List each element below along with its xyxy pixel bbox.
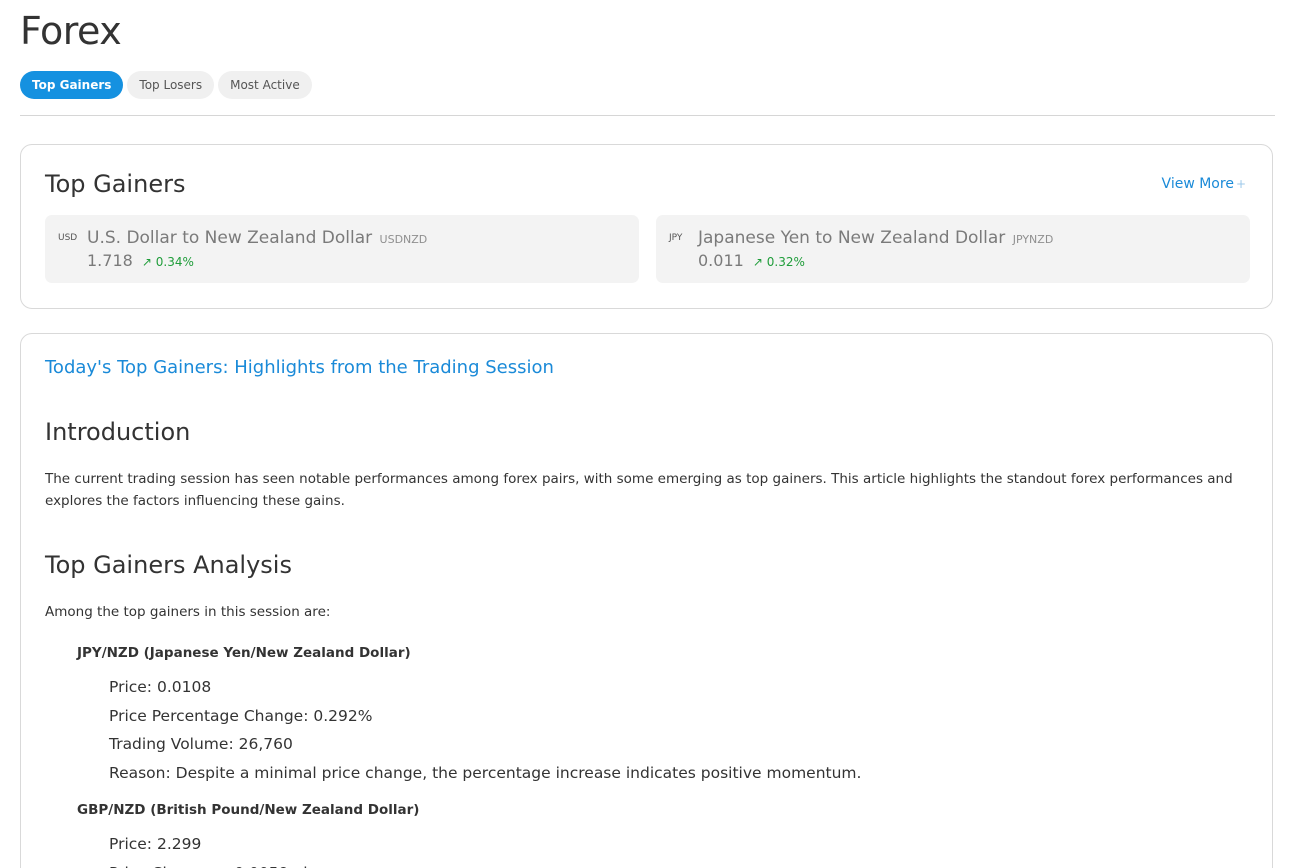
entry-details-jpynzd: Price: 0.0108 Price Percentage Change: 0… — [109, 673, 861, 787]
view-more-link[interactable]: View More + — [1162, 175, 1246, 193]
pair-price: 1.718 — [87, 251, 133, 270]
pair-name-text: U.S. Dollar to New Zealand Dollar — [87, 228, 373, 248]
view-more-label: View More — [1161, 176, 1234, 192]
entry-title-jpynzd: JPY/NZD (Japanese Yen/New Zealand Dollar… — [77, 645, 411, 661]
pair-price-row: 1.718 ↗ 0.34% — [87, 251, 194, 272]
list-item: Price Change: +0.0059 pips — [109, 859, 325, 868]
list-item: Price: 0.0108 — [109, 678, 212, 696]
list-item: Reason: Despite a minimal price change, … — [109, 763, 862, 782]
pair-symbol: JPYNZD — [1012, 233, 1054, 246]
page-title: Forex — [20, 9, 122, 53]
pair-symbol: USDNZD — [379, 233, 428, 246]
entry-details-gbpnzd: Price: 2.299 Price Change: +0.0059 pips — [109, 830, 325, 868]
card-title: Top Gainers — [45, 170, 186, 198]
pair-price-row: 0.011 ↗ 0.32% — [698, 251, 805, 272]
list-item: Trading Volume: 26,760 — [109, 735, 293, 753]
list-item: Price: 2.299 — [109, 835, 202, 853]
article-title-link[interactable]: Today's Top Gainers: Highlights from the… — [45, 356, 554, 380]
top-gainers-card: Top Gainers View More + USD U.S. Dollar t… — [20, 144, 1273, 309]
plus-icon: + — [1235, 177, 1246, 191]
header-divider — [20, 115, 1275, 116]
pair-change: ↗ 0.34% — [142, 255, 194, 269]
tab-top-losers[interactable]: Top Losers — [127, 71, 215, 99]
pair-name: Japanese Yen to New Zealand Dollar JPYNZ… — [698, 227, 1053, 251]
pair-change-value: 0.34% — [155, 255, 194, 269]
analysis-intro: Among the top gainers in this session ar… — [45, 604, 331, 620]
pair-base-currency: USD — [58, 233, 78, 243]
arrow-up-right-icon: ↗ — [141, 255, 152, 269]
arrow-up-right-icon: ↗ — [752, 255, 763, 269]
list-item: Price Percentage Change: 0.292% — [109, 706, 373, 725]
pair-change: ↗ 0.32% — [753, 255, 805, 269]
pair-name: U.S. Dollar to New Zealand Dollar USDNZD — [87, 227, 427, 251]
analysis-heading: Top Gainers Analysis — [45, 551, 292, 579]
article-card: Today's Top Gainers: Highlights from the… — [20, 333, 1273, 868]
tab-bar: Top Gainers Top Losers Most Active — [20, 71, 312, 99]
intro-heading: Introduction — [45, 418, 191, 446]
tab-top-gainers[interactable]: Top Gainers — [20, 71, 124, 99]
pair-price: 0.011 — [698, 251, 744, 270]
entry-title-gbpnzd: GBP/NZD (British Pound/New Zealand Dolla… — [77, 802, 420, 818]
tab-most-active[interactable]: Most Active — [218, 71, 312, 99]
pair-change-value: 0.32% — [766, 255, 805, 269]
pair-name-text: Japanese Yen to New Zealand Dollar — [698, 228, 1006, 248]
intro-paragraph: The current trading session has seen not… — [45, 471, 1233, 509]
pair-tile-jpynzd[interactable]: JPY Japanese Yen to New Zealand Dollar J… — [656, 215, 1250, 283]
pair-tile-usdnzd[interactable]: USD U.S. Dollar to New Zealand Dollar US… — [45, 215, 639, 283]
pair-base-currency: JPY — [669, 233, 683, 243]
forex-page: Forex Top Gainers Top Losers Most Active… — [0, 0, 1296, 868]
